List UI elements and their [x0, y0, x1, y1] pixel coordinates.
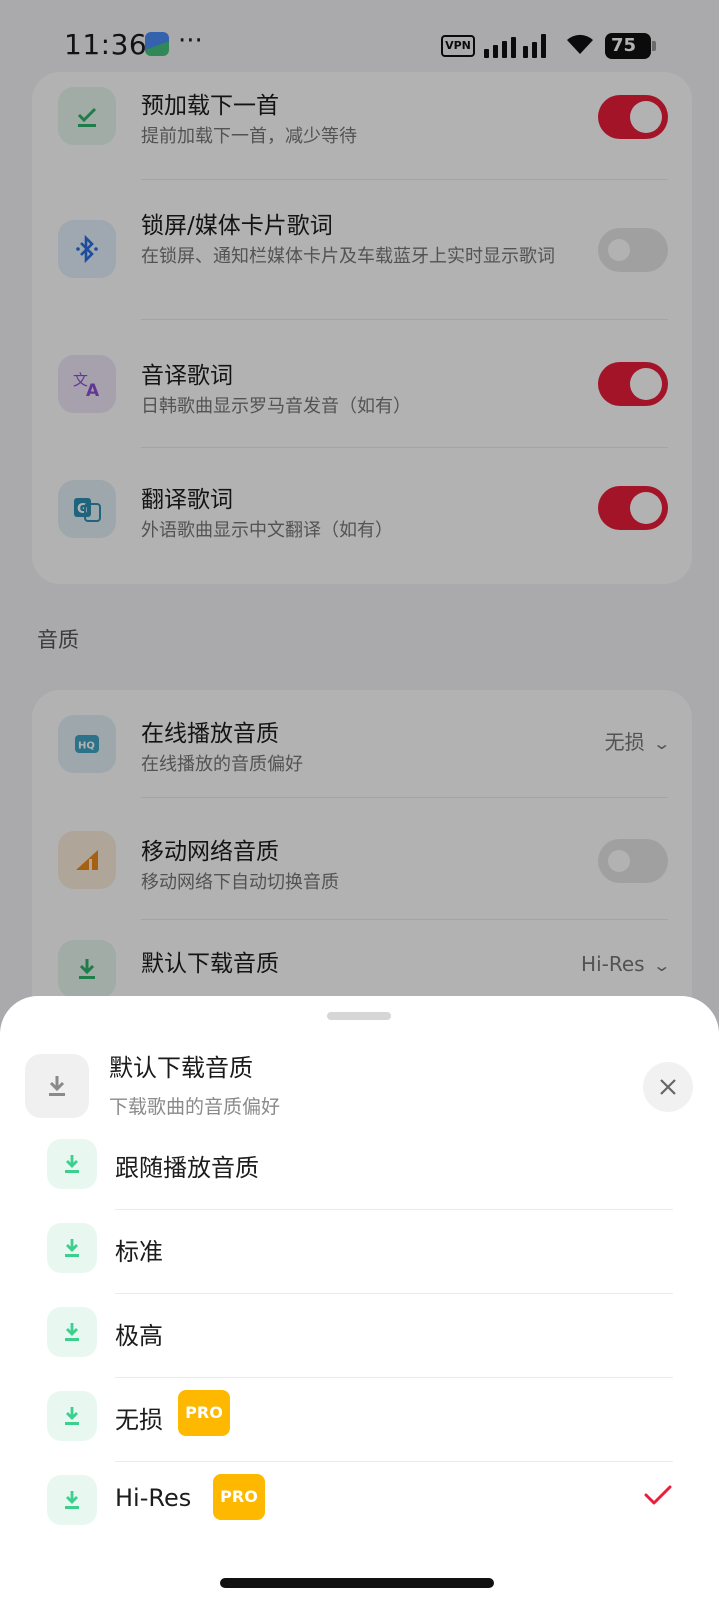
option-download-icon	[47, 1475, 97, 1525]
selected-check-icon	[644, 1485, 672, 1505]
download-quality-sheet: 默认下载音质 下载歌曲的音质偏好 跟随播放音质 标准 极高 无损 PRO Hi-…	[0, 996, 719, 1600]
option-label: 跟随播放音质	[115, 1154, 259, 1182]
sheet-drag-handle[interactable]	[327, 1012, 391, 1020]
quality-option-follow[interactable]: 跟随播放音质	[0, 1126, 719, 1210]
option-download-icon	[47, 1223, 97, 1273]
option-download-icon	[47, 1307, 97, 1357]
option-label: 无损	[115, 1406, 163, 1434]
pro-badge: PRO	[213, 1474, 265, 1520]
option-download-icon	[47, 1139, 97, 1189]
quality-option-hires[interactable]: Hi-Res PRO	[0, 1462, 719, 1546]
close-button[interactable]	[643, 1062, 693, 1112]
home-indicator[interactable]	[220, 1578, 494, 1588]
sheet-subtitle: 下载歌曲的音质偏好	[109, 1096, 281, 1118]
quality-option-standard[interactable]: 标准	[0, 1210, 719, 1294]
option-label: Hi-Res	[115, 1484, 192, 1512]
sheet-download-icon	[25, 1054, 89, 1118]
option-download-icon	[47, 1391, 97, 1441]
quality-option-high[interactable]: 极高	[0, 1294, 719, 1378]
option-label: 标准	[115, 1238, 163, 1266]
close-icon	[660, 1079, 676, 1095]
option-label: 极高	[115, 1322, 163, 1350]
quality-option-lossless[interactable]: 无损 PRO	[0, 1378, 719, 1462]
sheet-title: 默认下载音质	[109, 1054, 253, 1082]
pro-badge: PRO	[178, 1390, 230, 1436]
